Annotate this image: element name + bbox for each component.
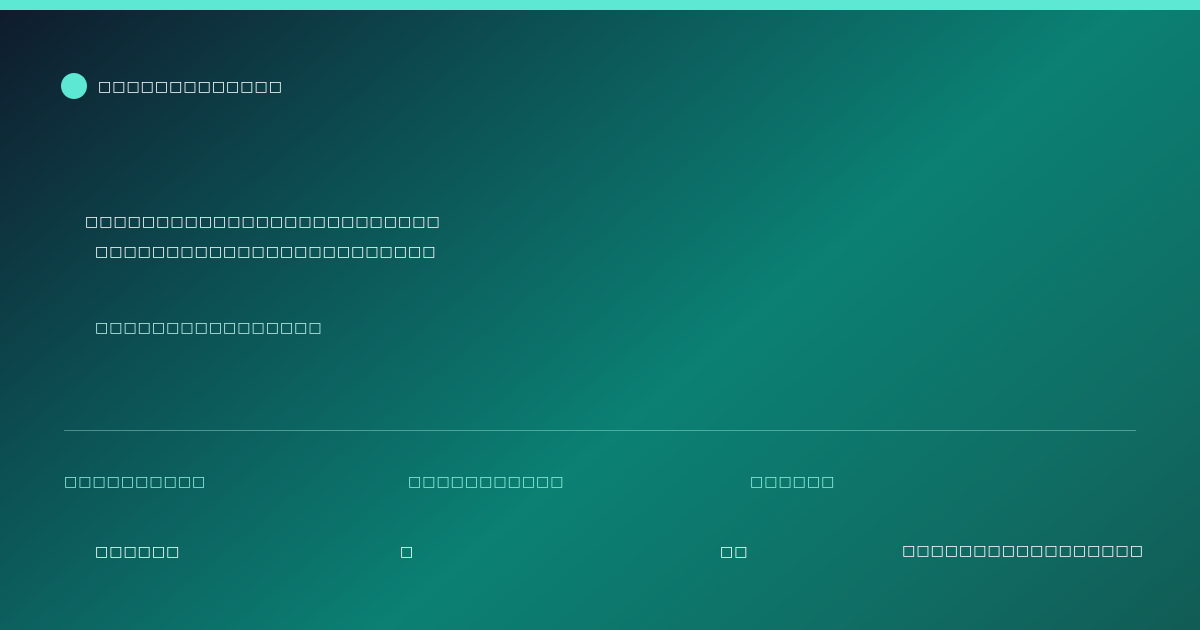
stat-label-3: □□□□□□ (750, 474, 836, 490)
subtitle: □□□□□□□□□□□□□□□□ (95, 320, 323, 336)
stat-value-3: □□ (720, 544, 749, 560)
stat-label-1: □□□□□□□□□□ (64, 474, 207, 490)
brand-logo-icon (61, 73, 87, 99)
headline-line-1: □□□□□□□□□□□□□□□□□□□□□□□□□ (85, 214, 441, 230)
section-divider (64, 430, 1136, 431)
footer-note: □□□□□□□□□□□□□□□□□ (902, 543, 1144, 559)
top-accent-bar (0, 0, 1200, 10)
stat-value-1: □□□□□□ (95, 544, 181, 560)
stat-label-2: □□□□□□□□□□□ (408, 474, 565, 490)
brand-name: □□□□□□□□□□□□□ (98, 79, 283, 95)
stat-value-2: □ (400, 544, 415, 560)
headline-line-2: □□□□□□□□□□□□□□□□□□□□□□□□ (95, 244, 437, 260)
